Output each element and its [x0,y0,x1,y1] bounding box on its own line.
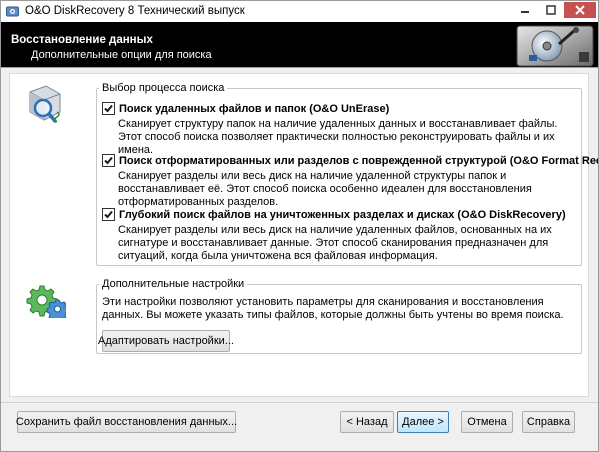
minimize-icon [521,11,529,13]
format-recovery-checkbox[interactable] [102,154,115,167]
format-recovery-description: Сканирует разделы или весь диск на налич… [118,170,532,208]
wizard-content: Выбор процесса поиска Поиск удаленных фа… [9,73,598,397]
close-icon [575,5,585,15]
header-divider [1,67,598,68]
window-title: O&O DiskRecovery 8 Технический выпуск [25,5,245,17]
maximize-button[interactable] [538,2,564,18]
additional-settings-description: Эти настройки позволяют установить парам… [102,296,564,321]
option-unerase-row: Поиск удаленных файлов и папок (O&O UnEr… [102,102,389,115]
deep-scan-description: Сканирует разделы или весь диск на налич… [118,224,552,262]
checkmark-icon [104,156,113,165]
gears-icon [26,285,66,318]
header-title: Восстановление данных [11,34,153,46]
save-recovery-file-button[interactable]: Сохранить файл восстановления данных... [16,411,237,433]
wizard-header: Восстановление данных Дополнительные опц… [1,22,598,67]
header-subtitle: Дополнительные опции для поиска [31,49,212,61]
next-button[interactable]: Далее > [397,411,449,433]
option-deep-scan-row: Глубокий поиск файлов на уничтоженных ра… [102,208,566,221]
unerase-description: Сканирует структуру папок на наличие уда… [118,118,558,156]
disk-recovery-app-icon [6,6,19,17]
title-bar: O&O DiskRecovery 8 Технический выпуск [1,1,598,22]
unerase-checkbox[interactable] [102,102,115,115]
minimize-button[interactable] [512,2,538,18]
adjust-settings-button[interactable]: Адаптировать настройки... [98,330,234,352]
disk-magnifier-icon [29,85,61,123]
unerase-label[interactable]: Поиск удаленных файлов и папок (O&O UnEr… [119,103,389,115]
help-button[interactable]: Справка [522,411,575,433]
maximize-icon [546,5,556,15]
checkmark-icon [104,104,113,113]
deep-scan-checkbox[interactable] [102,208,115,221]
disk-drive-art [516,25,594,67]
footer-divider [1,402,598,403]
close-button[interactable] [564,2,596,18]
deep-scan-label[interactable]: Глубокий поиск файлов на уничтоженных ра… [119,209,566,221]
app-window: O&O DiskRecovery 8 Технический выпуск Во… [0,0,599,452]
cancel-button[interactable]: Отмена [461,411,513,433]
checkmark-icon [104,210,113,219]
format-recovery-label[interactable]: Поиск отформатированных или разделов с п… [119,155,598,167]
additional-settings-legend: Дополнительные настройки [102,278,245,290]
back-button[interactable]: < Назад [340,411,394,433]
option-format-recovery-row: Поиск отформатированных или разделов с п… [102,154,598,167]
search-process-legend: Выбор процесса поиска [102,82,225,94]
